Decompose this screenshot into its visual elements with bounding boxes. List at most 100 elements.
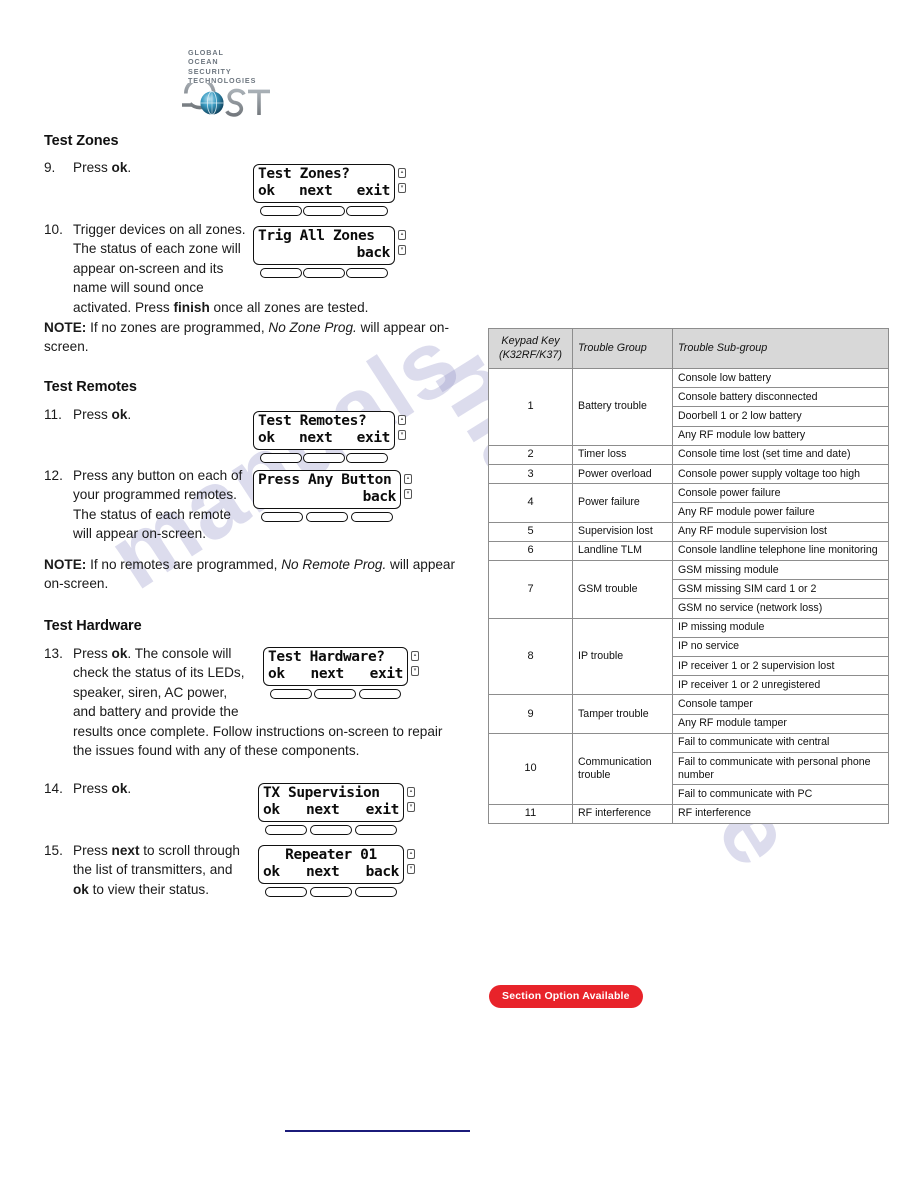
cell-trouble-subgroup: Any RF module power failure (672, 502, 889, 523)
step-14-number: 14. (44, 781, 63, 796)
cell-keypad-key: 10 (488, 732, 573, 805)
lcd-softkey-mid: next (299, 183, 333, 199)
step-14: 14. Press ok. (44, 779, 249, 798)
table-row: 8 IP trouble IP missing module (488, 617, 889, 696)
lcd-line-1: TX Supervision (263, 785, 380, 801)
lcd-softkey-left: ok (268, 666, 285, 682)
table-row: 9 Tamper trouble Console tamper (488, 694, 889, 734)
column-header-trouble-group: Trouble Group (572, 328, 673, 369)
cell-keypad-key: 9 (488, 694, 573, 734)
step-15-text: Press next to scroll through the list of… (73, 843, 240, 897)
note-test-remotes: NOTE: If no remotes are programmed, No R… (44, 557, 456, 592)
cell-trouble-subgroup: IP receiver 1 or 2 supervision lost (672, 656, 889, 677)
table-row: 4 Power failure Console power failure (488, 483, 889, 523)
table-header-row: Keypad Key (K32RF/K37) Trouble Group Tro… (488, 328, 889, 369)
logo-tagline-line-1: GLOBAL (188, 48, 224, 57)
lcd-softkey-right: exit (356, 183, 391, 199)
cell-trouble-subgroup: Console power supply voltage too high (672, 464, 889, 485)
lcd-softkey-buttons (258, 887, 404, 897)
cell-trouble-subgroup: Console low battery (672, 367, 889, 389)
lcd-softkey-left: ok (258, 183, 275, 199)
logo-tagline: GLOBAL OCEAN SECURITY TECHNOLOGIES (188, 48, 256, 86)
cell-trouble-subgroup: Fail to communicate with central (672, 732, 889, 754)
step-13-number: 13. (44, 646, 63, 661)
cell-trouble-subgroup: Any RF module supervision lost (672, 521, 889, 542)
step-12: 12. Press any button on each of your pro… (44, 466, 249, 544)
lcd-line-1: Repeater 01 (285, 847, 377, 863)
footer-divider (285, 1130, 470, 1132)
softkey-button-1 (259, 453, 302, 463)
lcd-screen: Press Any Button back ▴ ▾ (253, 470, 412, 509)
section-heading-test-hardware: Test Hardware (44, 618, 142, 634)
lcd-softkey-left: ok (258, 430, 275, 446)
table-row: 10 Communication trouble Fail to communica… (488, 732, 889, 805)
lcd-tx-supervision: TX Supervision ok next exit ▴ ▾ (258, 783, 415, 835)
cell-trouble-subgroup: Console battery disconnected (672, 387, 889, 408)
status-badge-section-option: Section Option Available (489, 985, 643, 1008)
cell-trouble-subgroup: Console time lost (set time and date) (672, 444, 889, 466)
softkey-button-3 (354, 825, 397, 835)
table-row: 11 RF interference RF interference (488, 803, 889, 824)
softkey-button-3 (346, 268, 389, 278)
softkey-button-3 (354, 887, 397, 897)
lcd-softkey-buttons (253, 453, 395, 463)
lcd-screen: TX Supervision ok next exit ▴ ▾ (258, 783, 415, 822)
cell-trouble-group: RF interference (572, 803, 673, 824)
cell-keypad-key: 7 (488, 560, 573, 619)
table-row: 6 Landline TLM Console landline telephone … (488, 540, 889, 562)
step-11-text: Press ok. (73, 407, 132, 422)
softkey-button-3 (346, 453, 389, 463)
lcd-softkey-buttons (253, 512, 401, 522)
cell-trouble-subgroup: Fail to communicate with personal phone … (672, 752, 889, 786)
lcd-line-2: ok next back (263, 864, 399, 881)
table-row: 1 Battery trouble Console low battery (488, 367, 889, 446)
lcd-softkey-buttons (253, 268, 395, 278)
cell-trouble-group: Communication trouble (572, 732, 673, 805)
column-header-keypad-key: Keypad Key (K32RF/K37) (488, 328, 573, 369)
lcd-screen: Trig All Zones back ▴ ▾ (253, 226, 406, 265)
softkey-button-1 (265, 887, 308, 897)
cell-trouble-subgroup: Fail to communicate with PC (672, 784, 889, 805)
lcd-line-1: Test Remotes? (258, 413, 367, 429)
lcd-test-hardware: Test Hardware? ok next exit ▴ ▾ (263, 647, 419, 699)
step-15-number: 15. (44, 843, 63, 858)
step-11-number: 11. (44, 407, 62, 422)
cell-trouble-subgroup: Console tamper (672, 694, 889, 715)
lcd-softkey-mid: next (306, 802, 340, 818)
lcd-line-2: back (362, 489, 397, 505)
lcd-line-1: Press Any Button (258, 472, 392, 488)
cell-keypad-key: 8 (488, 617, 573, 696)
logo-tagline-line-3: SECURITY (188, 66, 232, 76)
table-row: 5 Supervision lost Any RF module supervisi… (488, 521, 889, 542)
table-row: 7 GSM trouble GSM missing module (488, 560, 889, 619)
step-9: 9. Press ok. (44, 158, 249, 177)
step-12-text: Press any button on each of your program… (73, 468, 243, 542)
lcd-test-zones: Test Zones? ok next exit ▴ ▾ (253, 164, 406, 216)
cell-trouble-group: Power failure (572, 483, 673, 523)
cell-trouble-subgroup: GSM missing SIM card 1 or 2 (672, 579, 889, 600)
lcd-line-2: ok next exit (263, 802, 399, 819)
lcd-scroll-indicators: ▴ ▾ (398, 415, 408, 445)
lcd-softkey-mid: next (306, 864, 340, 880)
lcd-test-remotes: Test Remotes? ok next exit ▴ ▾ (253, 411, 406, 463)
cell-trouble-group: IP trouble (572, 617, 673, 696)
softkey-button-1 (265, 825, 308, 835)
lcd-softkey-right: exit (369, 666, 404, 682)
gost-logo: GLOBAL OCEAN SECURITY TECHNOLOGIES (160, 45, 280, 123)
lcd-line-1: Trig All Zones (258, 228, 375, 244)
step-12-number: 12. (44, 468, 63, 483)
cell-trouble-subgroup: Any RF module tamper (672, 713, 889, 734)
cell-trouble-subgroup: IP missing module (672, 617, 889, 638)
cell-keypad-key: 1 (488, 368, 573, 446)
lcd-screen: Test Remotes? ok next exit ▴ ▾ (253, 411, 406, 450)
logo-tagline-line-2: OCEAN (188, 57, 219, 67)
lcd-softkey-mid: next (299, 430, 333, 446)
table-header: Keypad Key (K32RF/K37) Trouble Group Tro… (488, 328, 889, 369)
softkey-button-2 (314, 689, 357, 699)
lcd-press-any-button: Press Any Button back ▴ ▾ (253, 470, 412, 522)
softkey-button-1 (260, 512, 303, 522)
section-heading-test-zones: Test Zones (44, 133, 119, 149)
lcd-scroll-indicators: ▴ ▾ (398, 168, 408, 198)
softkey-button-1 (259, 268, 302, 278)
logo-wordmark-icon (182, 83, 270, 117)
